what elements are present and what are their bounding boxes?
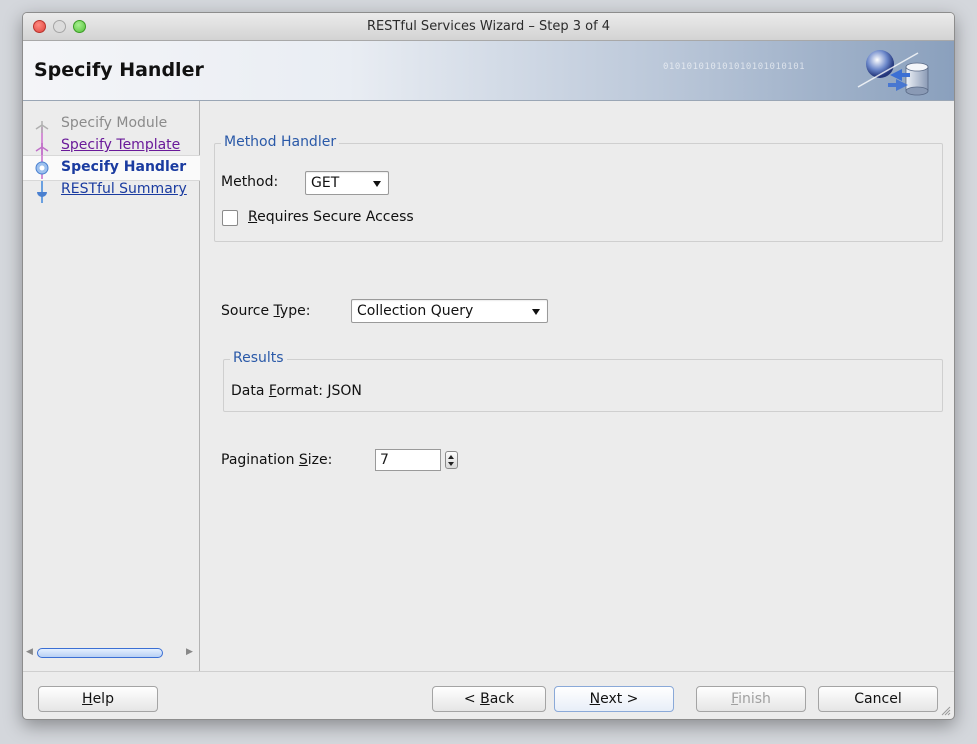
scroll-right-icon[interactable]: ▶ bbox=[186, 647, 193, 657]
chevron-down-icon bbox=[373, 181, 381, 187]
wizard-header: Specify Handler 010101010101010101010101 bbox=[23, 41, 954, 101]
method-select-value: GET bbox=[311, 175, 340, 191]
method-handler-legend: Method Handler bbox=[221, 134, 340, 150]
window-title: RESTful Services Wizard – Step 3 of 4 bbox=[366, 19, 611, 34]
requires-secure-access-checkbox[interactable] bbox=[222, 210, 238, 226]
pagination-size-input[interactable]: 7 bbox=[375, 449, 441, 471]
step-restful-summary[interactable]: RESTful Summary bbox=[61, 181, 187, 197]
source-type-label: Source Type: bbox=[221, 303, 311, 319]
binary-decoration: 010101010101010101010101 bbox=[663, 62, 806, 72]
pagination-size-stepper[interactable] bbox=[445, 451, 458, 469]
footer-divider bbox=[23, 671, 954, 672]
step-current-icon bbox=[35, 161, 49, 175]
step-done-icon bbox=[35, 121, 49, 133]
next-button[interactable]: Next > bbox=[554, 686, 674, 712]
source-type-value: Collection Query bbox=[357, 303, 474, 319]
method-label: Method: bbox=[221, 174, 279, 190]
results-legend: Results bbox=[230, 350, 287, 366]
scrollbar-thumb[interactable] bbox=[37, 648, 163, 658]
steps-sidebar: Specify Module Specify Template Specify … bbox=[23, 101, 200, 671]
data-format-text: Data Format: JSON bbox=[231, 383, 362, 399]
finish-button[interactable]: Finish bbox=[696, 686, 806, 712]
sidebar-horizontal-scrollbar[interactable]: ◀ ▶ bbox=[23, 646, 200, 660]
step-specify-template[interactable]: Specify Template bbox=[61, 137, 180, 153]
main-panel: Method Handler Method: GET Requires Secu… bbox=[201, 101, 954, 671]
steps-list: Specify Module Specify Template Specify … bbox=[23, 101, 200, 241]
wizard-window: RESTful Services Wizard – Step 3 of 4 Sp… bbox=[22, 12, 955, 720]
step-future-icon bbox=[37, 192, 47, 197]
page-title: Specify Handler bbox=[34, 59, 204, 81]
step-visited-icon bbox=[35, 143, 49, 155]
step-specify-module[interactable]: Specify Module bbox=[61, 115, 167, 131]
pagination-size-value: 7 bbox=[380, 452, 389, 468]
requires-secure-access-label[interactable]: Requires Secure Access bbox=[248, 209, 414, 225]
scroll-left-icon[interactable]: ◀ bbox=[26, 647, 33, 657]
back-button[interactable]: < Back bbox=[432, 686, 546, 712]
resize-grip-icon[interactable] bbox=[939, 704, 951, 716]
method-select[interactable]: GET bbox=[305, 171, 389, 195]
source-type-select[interactable]: Collection Query bbox=[351, 299, 548, 323]
help-button[interactable]: Help bbox=[38, 686, 158, 712]
chevron-down-icon bbox=[532, 309, 540, 315]
title-bar: RESTful Services Wizard – Step 3 of 4 bbox=[23, 13, 954, 41]
step-specify-handler[interactable]: Specify Handler bbox=[61, 159, 186, 175]
cancel-button[interactable]: Cancel bbox=[818, 686, 938, 712]
pagination-size-label: Pagination Size: bbox=[221, 452, 333, 468]
database-arrows-icon bbox=[857, 50, 929, 96]
